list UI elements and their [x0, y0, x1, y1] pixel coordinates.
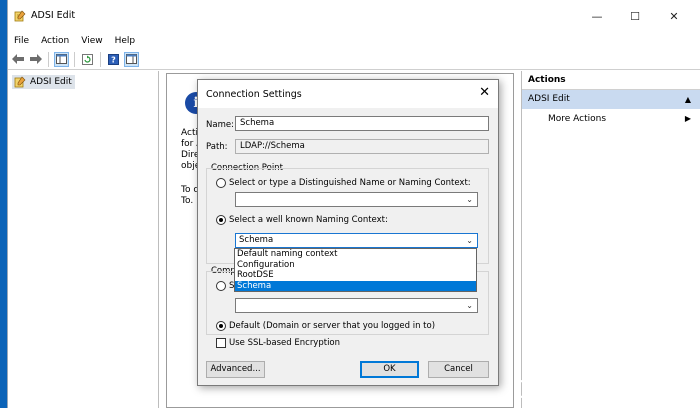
radio-distinguished-name-label: Select or type a Distinguished Name or N…: [229, 178, 471, 188]
welcome-text-line: To c: [181, 185, 199, 195]
actions-pane: Actions ADSI Edit ▲ More Actions ▶: [521, 71, 700, 408]
path-label: Path:: [206, 142, 228, 152]
back-arrow-icon[interactable]: [10, 52, 25, 67]
advanced-button[interactable]: Advanced...: [206, 361, 265, 378]
more-actions-label: More Actions: [548, 114, 607, 124]
dialog-close-icon[interactable]: ✕: [479, 85, 490, 100]
tree-item-adsi-edit[interactable]: ADSI Edit: [12, 75, 75, 89]
naming-context-dropdown-list: Default naming context Configuration Roo…: [234, 248, 477, 292]
refresh-icon[interactable]: [80, 52, 95, 67]
toolbar: ?: [8, 49, 700, 70]
adsi-edit-app-icon: [14, 10, 26, 22]
menu-action[interactable]: Action: [35, 36, 75, 46]
connection-settings-dialog: Connection Settings ✕ Name: Schema Path:…: [197, 79, 499, 386]
toolbar-separator: [100, 51, 101, 67]
title-bar: ADSI Edit — ☐ ✕: [8, 0, 700, 32]
close-window-button[interactable]: ✕: [655, 0, 693, 32]
watermark-text: TheWindowsClub: [542, 382, 645, 396]
chevron-down-icon[interactable]: ⌄: [466, 299, 473, 312]
menu-help[interactable]: Help: [109, 36, 142, 46]
actions-section-adsi-edit[interactable]: ADSI Edit ▲: [522, 90, 700, 109]
path-field: LDAP://Schema: [235, 139, 489, 154]
show-action-pane-icon[interactable]: [124, 51, 139, 67]
ok-button[interactable]: OK: [360, 361, 419, 378]
dialog-title: Connection Settings: [206, 89, 302, 100]
actions-section-label: ADSI Edit: [528, 94, 570, 104]
ssl-checkbox-label: Use SSL-based Encryption: [229, 338, 341, 348]
minimize-button[interactable]: —: [578, 0, 616, 32]
chevron-down-icon[interactable]: ⌄: [466, 193, 473, 206]
welcome-text-line: Acti: [181, 128, 198, 138]
welcome-text-line: To.: [181, 196, 194, 206]
more-actions-item[interactable]: More Actions ▶: [522, 109, 700, 129]
help-icon[interactable]: ?: [106, 52, 121, 67]
chevron-down-icon[interactable]: ⌄: [466, 234, 473, 247]
dropdown-option-schema[interactable]: Schema: [235, 280, 476, 291]
radio-well-known-context[interactable]: [216, 215, 226, 225]
well-known-context-combo[interactable]: Schema ⌄: [235, 233, 478, 248]
cancel-button[interactable]: Cancel: [428, 361, 489, 378]
toolbar-separator: [74, 51, 75, 67]
distinguished-name-combo[interactable]: ⌄: [235, 192, 478, 207]
actions-header: Actions: [522, 71, 700, 90]
desktop-background: [0, 0, 7, 408]
menu-file[interactable]: File: [8, 36, 35, 46]
svg-text:?: ?: [111, 55, 116, 64]
dialog-title-bar: Connection Settings ✕: [198, 80, 498, 108]
name-label: Name:: [206, 120, 234, 130]
toolbar-separator: [48, 51, 49, 67]
maximize-button[interactable]: ☐: [616, 0, 654, 32]
well-known-context-value: Schema: [239, 235, 274, 245]
radio-well-known-context-label: Select a well known Naming Context:: [229, 215, 388, 225]
watermark-logo-icon: [519, 380, 537, 398]
dropdown-option-rootdse[interactable]: RootDSE: [235, 270, 476, 281]
forward-arrow-icon[interactable]: [28, 52, 43, 67]
radio-select-computer[interactable]: [216, 281, 226, 291]
computer-combo[interactable]: ⌄: [235, 298, 478, 313]
name-input[interactable]: Schema: [235, 116, 489, 131]
radio-default-domain-label: Default (Domain or server that you logge…: [229, 321, 436, 331]
tree-item-label: ADSI Edit: [30, 77, 72, 87]
menu-bar: File Action View Help: [8, 32, 700, 49]
dropdown-option-default-naming-context[interactable]: Default naming context: [235, 249, 476, 260]
dropdown-option-configuration[interactable]: Configuration: [235, 260, 476, 271]
radio-default-domain[interactable]: [216, 321, 226, 331]
show-tree-icon[interactable]: [54, 51, 69, 67]
watermark-brand: TheWindowsClub: [519, 380, 645, 398]
console-tree: ADSI Edit: [8, 71, 159, 408]
radio-distinguished-name[interactable]: [216, 178, 226, 188]
window-title: ADSI Edit: [31, 10, 76, 21]
ssl-checkbox[interactable]: [216, 338, 226, 348]
collapse-arrow-icon[interactable]: ▲: [685, 90, 691, 109]
adsi-edit-node-icon: [14, 76, 26, 88]
submenu-arrow-icon: ▶: [684, 114, 691, 123]
menu-view[interactable]: View: [75, 36, 108, 46]
